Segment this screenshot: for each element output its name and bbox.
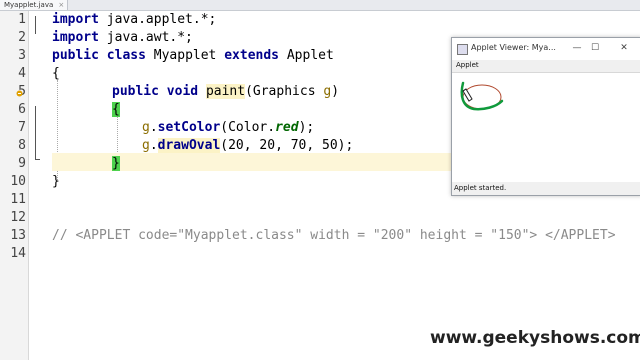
maximize-icon[interactable]: ☐: [586, 41, 604, 55]
dot: .: [149, 138, 158, 153]
keyword-public: public: [52, 48, 99, 63]
line-number: 12: [10, 210, 26, 225]
tab-myapplet-java[interactable]: Myapplet.java ×: [0, 0, 69, 10]
line-number: 1: [18, 12, 26, 27]
var-g: g: [142, 138, 150, 153]
method-paint: paint: [205, 84, 246, 99]
keyword-void: void: [166, 84, 199, 99]
line-number: 8: [18, 138, 26, 153]
matched-close-brace: }: [112, 156, 120, 171]
applet-comment: // <APPLET code="Myapplet.class" width =…: [52, 228, 616, 243]
code-line-7[interactable]: g.setColor(Color.red);: [142, 119, 314, 137]
fold-guide-end: [35, 159, 40, 160]
line-number: 14: [10, 246, 26, 261]
line-number: 3: [18, 48, 26, 63]
method-setcolor: setColor: [157, 120, 221, 135]
code-line-1[interactable]: import java.applet.*;: [52, 11, 216, 29]
superclass-name: Applet: [279, 48, 334, 63]
line-number: 9: [18, 156, 26, 171]
import-path: java.applet.*;: [98, 12, 217, 27]
line-number: 4: [18, 66, 26, 81]
watermark: www.geekyshows.com: [430, 328, 640, 348]
line-number: 2: [18, 30, 26, 45]
keyword-public: public: [112, 84, 159, 99]
keyword-class: class: [106, 48, 146, 63]
close-brace: }: [52, 174, 60, 189]
code-line-3[interactable]: public class Myapplet extends Applet: [52, 47, 334, 65]
keyword-extends: extends: [224, 48, 280, 63]
close-paren: ): [331, 84, 340, 99]
override-marker-icon[interactable]: [16, 90, 23, 97]
window-title: Applet Viewer: Mya...: [471, 43, 556, 52]
drawoval-args: (20, 20, 70, 50);: [220, 138, 354, 153]
code-line-4[interactable]: {: [52, 65, 60, 83]
tab-label: Myapplet.java: [4, 1, 54, 9]
editor-tab-bar: Myapplet.java ×: [0, 0, 640, 11]
java-app-icon: [457, 44, 468, 55]
keyword-import: import: [52, 12, 99, 27]
window-title-bar[interactable]: Applet Viewer: Mya... — ☐ ✕: [452, 38, 640, 60]
menu-applet[interactable]: Applet: [456, 61, 479, 69]
code-line-8[interactable]: g.drawOval(20, 20, 70, 50);: [142, 137, 353, 155]
code-line-5[interactable]: public void paint(Graphics g): [112, 83, 339, 101]
fold-guide-imports: [35, 16, 36, 34]
code-line-10[interactable]: }: [52, 173, 60, 191]
code-line-2[interactable]: import java.awt.*;: [52, 29, 193, 47]
code-line-6[interactable]: {: [112, 101, 120, 119]
code-line-13[interactable]: // <APPLET code="Myapplet.class" width =…: [52, 227, 616, 245]
open-brace: {: [52, 66, 60, 81]
color-red: red: [275, 120, 299, 135]
method-drawoval: drawOval: [157, 138, 221, 153]
line-number: 13: [10, 228, 26, 243]
color-class: (Color.: [220, 120, 276, 135]
matched-open-brace: {: [112, 102, 120, 117]
param-list: (Graphics: [245, 84, 324, 99]
close-icon[interactable]: ✕: [615, 41, 633, 55]
line-number: 7: [18, 120, 26, 135]
code-line-9[interactable]: }: [112, 155, 120, 173]
keyword-import: import: [52, 30, 99, 45]
line-number: 11: [10, 192, 26, 207]
minimize-icon[interactable]: —: [568, 41, 586, 55]
line-number: 6: [18, 102, 26, 117]
close-stmt: );: [298, 120, 315, 135]
applet-status-bar: Applet started.: [452, 183, 640, 195]
var-g: g: [142, 120, 150, 135]
fold-guide-paint: [35, 106, 36, 160]
status-text: Applet started.: [454, 184, 507, 192]
pen-cursor-icon: [462, 88, 473, 102]
import-path: java.awt.*;: [98, 30, 193, 45]
class-name: Myapplet: [145, 48, 225, 63]
applet-viewer-window[interactable]: Applet Viewer: Mya... — ☐ ✕ Applet Apple…: [451, 37, 640, 196]
dot: .: [149, 120, 158, 135]
applet-drawing: [460, 81, 504, 111]
applet-canvas: [452, 73, 640, 182]
line-number: 10: [10, 174, 26, 189]
tab-close-icon[interactable]: ×: [58, 0, 64, 10]
param-g: g: [323, 84, 332, 99]
applet-menu-bar: Applet: [452, 60, 640, 73]
